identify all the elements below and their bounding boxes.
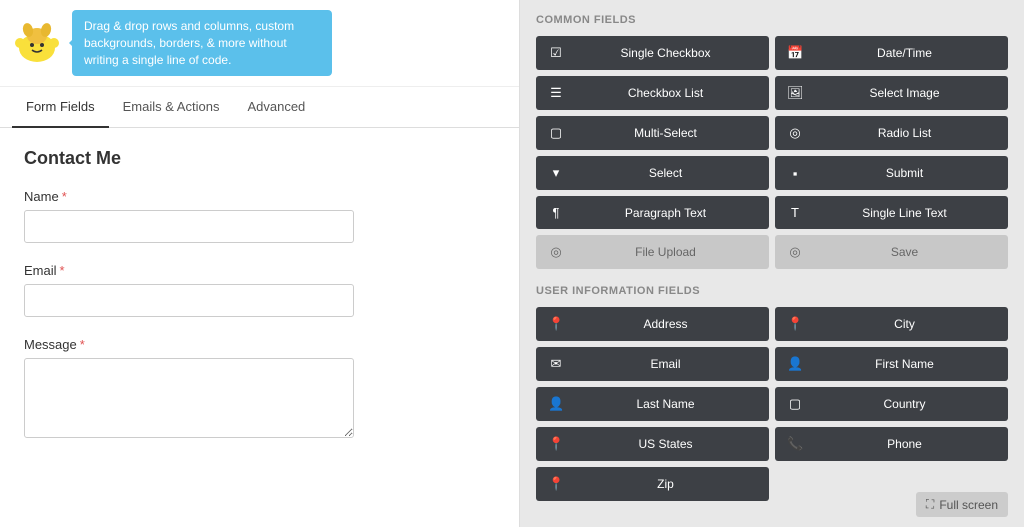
radio-icon: ◎ (787, 125, 803, 141)
tab-emails-actions[interactable]: Emails & Actions (109, 87, 234, 128)
field-btn-select[interactable]: ▾ Select (536, 156, 769, 190)
field-btn-country[interactable]: ▢ Country (775, 387, 1008, 421)
field-btn-submit[interactable]: ▪ Submit (775, 156, 1008, 190)
right-panel: COMMON FIELDS ☑ Single Checkbox 📅 Date/T… (520, 0, 1024, 527)
left-panel: Drag & drop rows and columns, custom bac… (0, 0, 520, 527)
first-name-icon: 👤 (787, 356, 803, 372)
header: Drag & drop rows and columns, custom bac… (0, 0, 519, 87)
field-btn-select-image[interactable]: 🖼 Select Image (775, 76, 1008, 110)
common-fields-label: COMMON FIELDS (536, 14, 1008, 26)
list-icon: ☰ (548, 85, 564, 101)
name-label: Name* (24, 189, 495, 204)
message-input[interactable] (24, 358, 354, 438)
field-btn-us-states[interactable]: 📍 US States (536, 427, 769, 461)
calendar-icon: 📅 (787, 45, 803, 61)
tab-advanced[interactable]: Advanced (233, 87, 319, 128)
logo-icon (12, 18, 62, 68)
common-fields-grid: ☑ Single Checkbox 📅 Date/Time ☰ Checkbox… (536, 36, 1008, 269)
field-btn-datetime[interactable]: 📅 Date/Time (775, 36, 1008, 70)
field-btn-zip[interactable]: 📍 Zip (536, 467, 769, 501)
multi-select-icon: ▢ (548, 125, 564, 141)
form-title: Contact Me (24, 148, 495, 169)
last-name-icon: 👤 (548, 396, 564, 412)
email-input[interactable] (24, 284, 354, 317)
tooltip-box: Drag & drop rows and columns, custom bac… (72, 10, 332, 76)
field-btn-last-name[interactable]: 👤 Last Name (536, 387, 769, 421)
field-btn-save[interactable]: ◎ Save (775, 235, 1008, 269)
paragraph-icon: ¶ (548, 205, 564, 220)
message-field-group: Message* (24, 337, 495, 441)
field-btn-email[interactable]: ✉ Email (536, 347, 769, 381)
field-btn-file-upload[interactable]: ◎ File Upload (536, 235, 769, 269)
phone-icon: 📞 (787, 436, 803, 452)
field-btn-single-line-text[interactable]: T Single Line Text (775, 196, 1008, 229)
image-icon: 🖼 (787, 85, 803, 101)
city-icon: 📍 (787, 316, 803, 332)
country-icon: ▢ (787, 396, 803, 412)
address-icon: 📍 (548, 316, 564, 332)
submit-icon: ▪ (787, 166, 803, 181)
user-fields-label: USER INFORMATION FIELDS (536, 285, 1008, 297)
save-icon: ◎ (787, 244, 803, 260)
email-field-group: Email* (24, 263, 495, 317)
email-icon: ✉ (548, 356, 564, 372)
tabs-bar: Form Fields Emails & Actions Advanced (0, 87, 519, 128)
zip-icon: 📍 (548, 476, 564, 492)
message-label: Message* (24, 337, 495, 352)
tab-form-fields[interactable]: Form Fields (12, 87, 109, 128)
user-fields-grid: 📍 Address 📍 City ✉ Email 👤 First Name 👤 … (536, 307, 1008, 501)
tooltip-text: Drag & drop rows and columns, custom bac… (84, 19, 294, 67)
text-icon: T (787, 205, 803, 220)
name-field-group: Name* (24, 189, 495, 243)
email-label: Email* (24, 263, 495, 278)
field-btn-address[interactable]: 📍 Address (536, 307, 769, 341)
field-btn-multi-select[interactable]: ▢ Multi-Select (536, 116, 769, 150)
field-btn-first-name[interactable]: 👤 First Name (775, 347, 1008, 381)
checkbox-icon: ☑ (548, 45, 564, 61)
form-area: Contact Me Name* Email* Message* (0, 128, 519, 527)
field-btn-paragraph-text[interactable]: ¶ Paragraph Text (536, 196, 769, 229)
field-btn-city[interactable]: 📍 City (775, 307, 1008, 341)
fullscreen-button[interactable]: ⛶ Full screen (916, 492, 1008, 517)
select-icon: ▾ (548, 165, 564, 181)
field-btn-radio-list[interactable]: ◎ Radio List (775, 116, 1008, 150)
us-states-icon: 📍 (548, 436, 564, 452)
file-upload-icon: ◎ (548, 244, 564, 260)
field-btn-checkbox-list[interactable]: ☰ Checkbox List (536, 76, 769, 110)
field-btn-single-checkbox[interactable]: ☑ Single Checkbox (536, 36, 769, 70)
name-input[interactable] (24, 210, 354, 243)
fullscreen-icon: ⛶ (926, 497, 934, 512)
field-btn-phone[interactable]: 📞 Phone (775, 427, 1008, 461)
